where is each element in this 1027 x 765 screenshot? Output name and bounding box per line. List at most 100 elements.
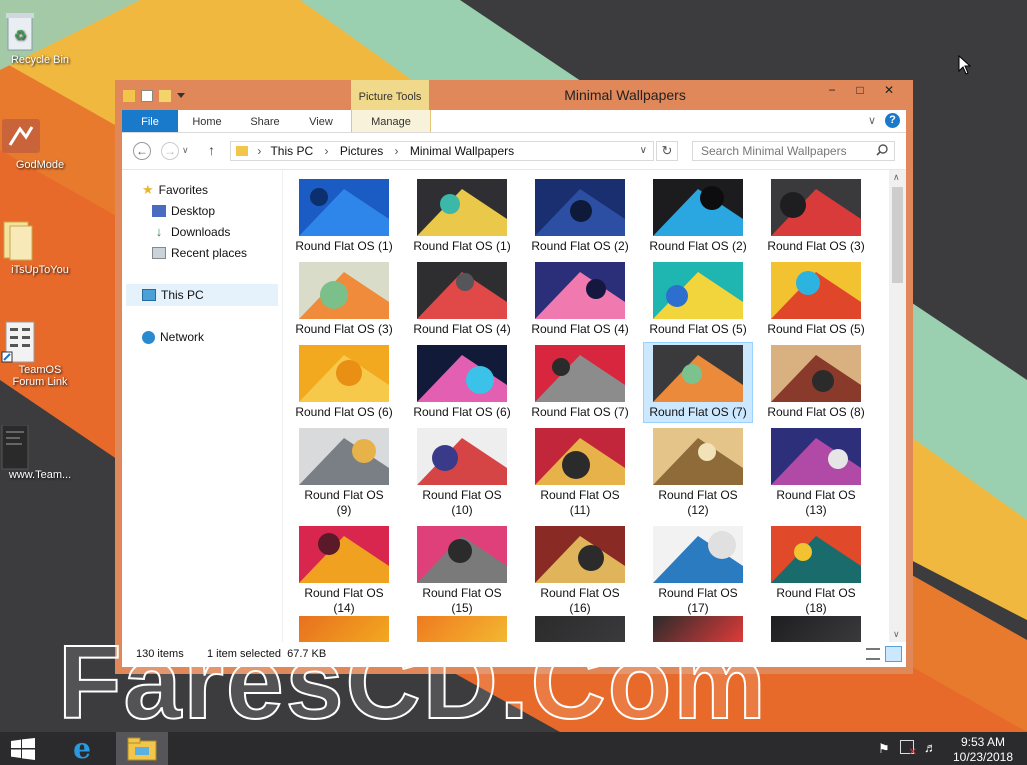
desktop-icon-itsuptoyou[interactable]: iTsUpToYou xyxy=(0,220,80,276)
breadcrumb-this-pc[interactable]: This PC xyxy=(270,144,313,158)
wallpaper-thumbnail xyxy=(653,428,743,485)
computer-icon xyxy=(142,289,156,301)
file-name: Round Flat OS (13) xyxy=(776,488,856,517)
wallpaper-thumbnail-partial[interactable] xyxy=(535,616,625,642)
folder-icon xyxy=(236,146,248,156)
file-tile[interactable]: Round Flat OS (5) xyxy=(644,260,752,339)
file-tile[interactable]: Round Flat OS (7) xyxy=(643,342,753,423)
clock-date[interactable]: 10/23/2018 xyxy=(950,750,1016,764)
forward-button[interactable]: → xyxy=(161,142,179,160)
address-dropdown-icon[interactable]: ∨ xyxy=(640,142,647,160)
scroll-up-icon[interactable]: ∧ xyxy=(893,172,900,183)
up-button[interactable]: ↑ xyxy=(208,142,215,158)
help-icon[interactable]: ? xyxy=(885,113,900,128)
file-explorer-taskbar-button[interactable] xyxy=(116,732,168,765)
file-tile[interactable]: Round Flat OS (17) xyxy=(644,524,752,618)
nav-this-pc[interactable]: This PC xyxy=(142,286,204,304)
close-button[interactable]: ✕ xyxy=(871,80,907,100)
desktop-icon-godmode[interactable]: GodMode xyxy=(0,115,80,171)
search-input[interactable]: Search Minimal Wallpapers xyxy=(692,141,895,161)
tab-view[interactable]: View xyxy=(296,110,346,132)
nav-label: This PC xyxy=(161,288,204,302)
file-tile[interactable]: Round Flat OS (8) xyxy=(762,343,870,422)
file-tile[interactable]: Round Flat OS (2) xyxy=(526,177,634,256)
file-tile[interactable]: Round Flat OS (10) xyxy=(408,426,516,520)
wallpaper-thumbnail-partial[interactable] xyxy=(299,616,389,642)
title-bar[interactable]: Picture Tools Minimal Wallpapers − □ ✕ xyxy=(115,80,913,110)
file-tile[interactable]: Round Flat OS (15) xyxy=(408,524,516,618)
breadcrumb-minimal-wallpapers[interactable]: Minimal Wallpapers xyxy=(410,144,514,158)
folder-icon[interactable] xyxy=(123,90,135,102)
nav-recent-places[interactable]: Recent places xyxy=(152,244,247,262)
shortcut-icon xyxy=(1,320,60,363)
file-name: Round Flat OS (14) xyxy=(304,586,384,615)
internet-explorer-icon[interactable]: e xyxy=(62,734,102,764)
nav-favorites[interactable]: ★ Favorites xyxy=(142,181,208,199)
nav-label: Recent places xyxy=(171,246,248,260)
file-name: Round Flat OS (4) xyxy=(531,322,629,336)
tab-share[interactable]: Share xyxy=(240,110,290,132)
file-tile[interactable]: Round Flat OS (14) xyxy=(290,524,398,618)
file-name: Round Flat OS (7) xyxy=(531,405,629,419)
nav-desktop[interactable]: Desktop xyxy=(152,202,215,220)
wallpaper-thumbnail-partial[interactable] xyxy=(417,616,507,642)
file-tile[interactable]: Round Flat OS (11) xyxy=(526,426,634,520)
wallpaper-thumbnail-partial[interactable] xyxy=(771,616,861,642)
file-tile[interactable]: Round Flat OS (6) xyxy=(408,343,516,422)
nav-network[interactable]: Network xyxy=(142,328,204,346)
refresh-button[interactable]: ↻ xyxy=(656,141,678,161)
details-view-button[interactable] xyxy=(866,648,880,660)
expand-ribbon-icon[interactable]: ∨ xyxy=(868,114,876,127)
file-name: Round Flat OS (10) xyxy=(422,488,502,517)
properties-icon[interactable] xyxy=(141,90,153,102)
file-name: Round Flat OS (11) xyxy=(540,488,620,517)
desktop-icon-teamos-forum-link[interactable]: TeamOS Forum Link xyxy=(0,320,80,388)
scrollbar-thumb[interactable] xyxy=(892,187,903,283)
file-tile[interactable]: Round Flat OS (7) xyxy=(526,343,634,422)
wallpaper-thumbnail xyxy=(299,526,389,583)
file-tile[interactable]: Round Flat OS (4) xyxy=(408,260,516,339)
file-tile[interactable]: Round Flat OS (3) xyxy=(762,177,870,256)
desktop-icon-www-team[interactable]: www.Team... xyxy=(0,425,80,481)
desktop-icon-label: TeamOS Forum Link xyxy=(12,364,68,388)
scroll-down-icon[interactable]: ∨ xyxy=(893,629,900,640)
file-tile[interactable]: Round Flat OS (5) xyxy=(762,260,870,339)
clock-time[interactable]: 9:53 AM xyxy=(955,735,1011,749)
desktop-icon-recycle-bin[interactable]: ♻ Recycle Bin xyxy=(0,10,80,66)
file-tile[interactable]: Round Flat OS (18) xyxy=(762,524,870,618)
file-tile[interactable]: Round Flat OS (3) xyxy=(290,260,398,339)
file-tile[interactable]: Round Flat OS (4) xyxy=(526,260,634,339)
file-tile[interactable]: Round Flat OS (16) xyxy=(526,524,634,618)
start-button[interactable] xyxy=(10,738,38,760)
back-button[interactable]: ← xyxy=(133,142,151,160)
file-tile[interactable]: Round Flat OS (12) xyxy=(644,426,752,520)
tab-home[interactable]: Home xyxy=(182,110,232,132)
file-tile[interactable]: Round Flat OS (9) xyxy=(290,426,398,520)
file-name: Round Flat OS (2) xyxy=(649,239,747,253)
action-center-flag-icon[interactable]: ⚑ xyxy=(878,741,890,757)
address-bar[interactable]: › This PC › Pictures › Minimal Wallpaper… xyxy=(230,141,654,161)
file-tile[interactable]: Round Flat OS (6) xyxy=(290,343,398,422)
customize-toolbar-icon[interactable] xyxy=(177,93,185,99)
volume-icon[interactable]: ♬ xyxy=(924,740,937,755)
breadcrumb-pictures[interactable]: Pictures xyxy=(340,144,383,158)
breadcrumb-separator: › xyxy=(257,144,262,158)
tab-manage[interactable]: Manage xyxy=(351,110,431,132)
recent-locations-icon[interactable]: ∨ xyxy=(182,145,189,156)
download-arrow-icon: ↓ xyxy=(155,224,163,239)
file-tile[interactable]: Round Flat OS (2) xyxy=(644,177,752,256)
minimize-button[interactable]: − xyxy=(817,80,847,100)
wallpaper-thumbnail-partial[interactable] xyxy=(653,616,743,642)
file-tile[interactable]: Round Flat OS (13) xyxy=(762,426,870,520)
large-icons-view-button[interactable] xyxy=(885,646,902,662)
nav-label: Favorites xyxy=(158,183,209,197)
file-tile[interactable]: Round Flat OS (1) xyxy=(408,177,516,256)
file-name: Round Flat OS (6) xyxy=(413,405,511,419)
tab-file[interactable]: File xyxy=(122,110,178,132)
file-name: Round Flat OS (15) xyxy=(422,586,502,615)
vertical-scrollbar[interactable]: ∧ ∨ xyxy=(889,170,906,642)
network-status-icon[interactable]: ✕ xyxy=(900,740,917,758)
new-folder-icon[interactable] xyxy=(159,90,171,102)
nav-downloads[interactable]: ↓ Downloads xyxy=(152,223,231,241)
file-tile[interactable]: Round Flat OS (1) xyxy=(290,177,398,256)
